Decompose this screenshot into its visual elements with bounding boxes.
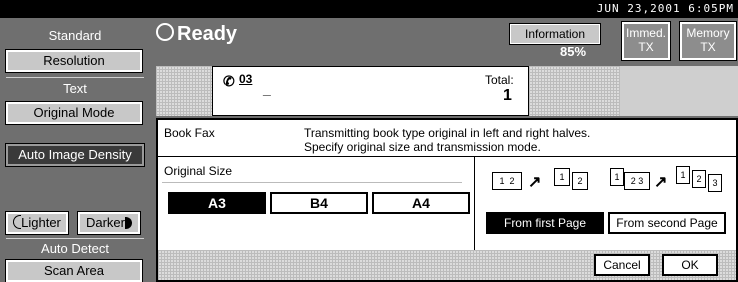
page-1-icon: 1 xyxy=(676,166,690,184)
text-label: Text xyxy=(63,81,87,96)
lighter-label: Lighter xyxy=(21,215,61,230)
divider xyxy=(158,156,736,157)
fax-screen: JUN 23,2001 6:05PM Standard Resolution T… xyxy=(0,0,738,282)
scan-area-button[interactable]: Scan Area xyxy=(5,259,143,282)
cancel-button[interactable]: Cancel xyxy=(594,254,650,276)
total-label: Total: xyxy=(485,73,514,87)
memory-percent: 85% xyxy=(560,44,587,59)
immed-tx-button[interactable]: Immed. TX xyxy=(621,21,671,61)
arrow-icon: ↗ xyxy=(528,174,542,191)
darker-icon xyxy=(125,217,132,229)
standard-label: Standard xyxy=(48,28,102,43)
immed-tx-line2: TX xyxy=(638,40,654,54)
size-a4-button[interactable]: A4 xyxy=(372,192,470,214)
hatched-area xyxy=(529,66,620,116)
ok-button[interactable]: OK xyxy=(662,254,718,276)
divider xyxy=(162,182,462,183)
dialog-desc-line1: Transmitting book type original in left … xyxy=(304,126,591,140)
from-second-page-button[interactable]: From second Page xyxy=(608,212,726,234)
page-2-icon: 2 xyxy=(572,172,588,190)
dialog-title: Book Fax xyxy=(164,126,215,140)
darker-label: Darker xyxy=(85,215,125,230)
immed-tx-line1: Immed. xyxy=(625,26,666,40)
destination-count: 03 xyxy=(239,72,253,86)
open-book-pages-icon: 2 3 xyxy=(624,172,650,190)
ready-status: Ready xyxy=(156,22,237,46)
original-size-label: Original Size xyxy=(164,164,233,178)
hatched-area xyxy=(156,66,212,116)
lighter-icon xyxy=(13,215,22,229)
left-panel: Standard Resolution Text Original Mode A… xyxy=(0,18,150,282)
darker-button[interactable]: Darker xyxy=(77,211,141,235)
total-value: 1 xyxy=(503,87,512,104)
divider xyxy=(6,77,144,78)
auto-detect-label: Auto Detect xyxy=(41,241,109,256)
book-fax-dialog: Book Fax Transmitting book type original… xyxy=(156,118,738,282)
ready-text: Ready xyxy=(177,23,238,45)
original-mode-button[interactable]: Original Mode xyxy=(5,101,143,125)
destination-cursor: _ xyxy=(263,81,271,97)
divider xyxy=(474,156,475,250)
memory-tx-button[interactable]: Memory TX xyxy=(679,21,737,61)
status-bar: JUN 23,2001 6:05PM xyxy=(0,0,738,18)
dialog-desc-line2: Specify original size and transmission m… xyxy=(304,140,541,154)
from-first-page-button[interactable]: From first Page xyxy=(486,212,604,234)
page-2-icon: 2 xyxy=(692,170,706,188)
right-panel xyxy=(620,66,738,116)
page-1-icon: 1 xyxy=(610,168,624,186)
resolution-button[interactable]: Resolution xyxy=(5,49,143,73)
page-1-icon: 1 xyxy=(554,168,570,186)
auto-image-density-button[interactable]: Auto Image Density xyxy=(5,143,145,167)
memory-tx-line1: Memory xyxy=(686,26,730,40)
divider xyxy=(6,238,144,239)
destination-status-box: ✆ 03 _ Total: 1 xyxy=(212,66,529,116)
page-3-icon: 3 xyxy=(708,174,722,192)
datetime: JUN 23,2001 6:05PM xyxy=(596,2,734,15)
size-a3-button[interactable]: A3 xyxy=(168,192,266,214)
memory-tx-line2: TX xyxy=(700,40,716,54)
open-book-left-page-icon: 1 2 xyxy=(492,172,522,190)
lighter-button[interactable]: Lighter xyxy=(5,211,69,235)
arrow-icon: ↗ xyxy=(654,174,668,191)
fax-phone-icon: ✆ xyxy=(223,73,235,89)
ready-circle-icon xyxy=(156,23,174,41)
size-b4-button[interactable]: B4 xyxy=(270,192,368,214)
information-button[interactable]: Information xyxy=(509,23,601,45)
